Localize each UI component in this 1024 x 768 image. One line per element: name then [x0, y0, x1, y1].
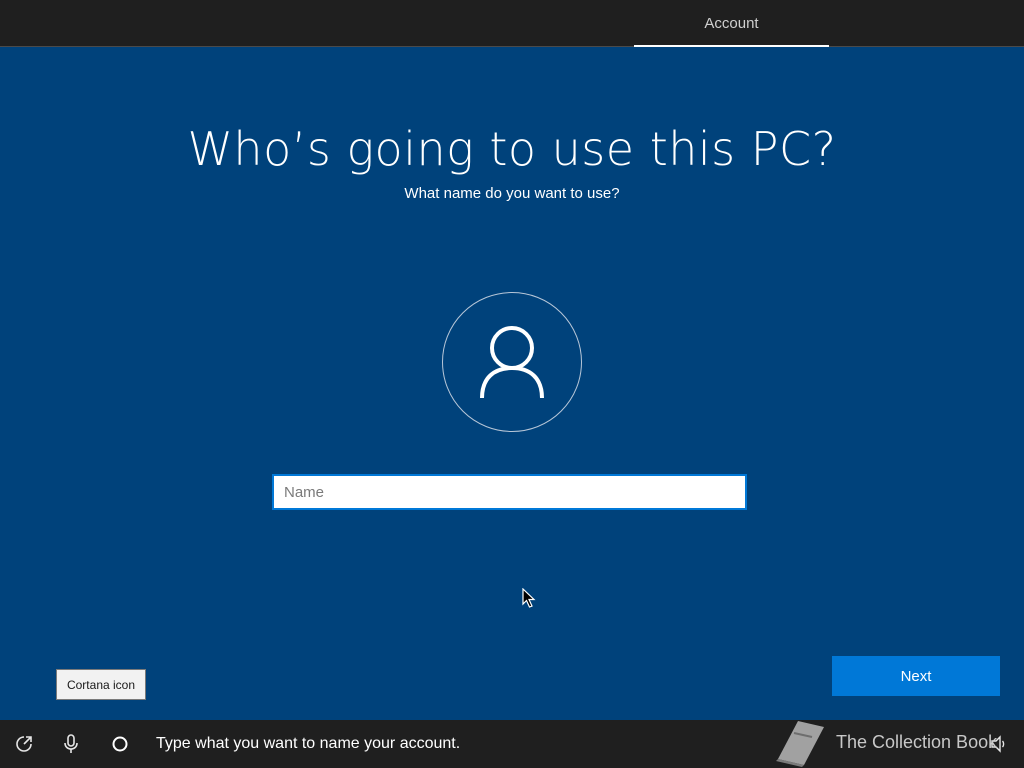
next-button[interactable]: Next: [832, 656, 1000, 696]
page-subtitle: What name do you want to use?: [404, 185, 620, 202]
accessibility-icon[interactable]: [13, 733, 35, 755]
bottom-bar: Type what you want to name your account.: [0, 720, 1024, 768]
tab-account[interactable]: Account: [634, 0, 829, 46]
user-icon: [480, 326, 544, 398]
volume-icon[interactable]: [988, 733, 1010, 755]
status-text: Type what you want to name your account.: [156, 735, 461, 752]
avatar: [442, 292, 582, 432]
microphone-icon[interactable]: [60, 733, 82, 755]
oobe-screen: Account Who’s going to use this PC? What…: [0, 0, 1024, 768]
top-nav-bar: Account: [0, 0, 1024, 47]
tab-account-label: Account: [704, 14, 759, 32]
cortana-tooltip: Cortana icon: [56, 669, 146, 700]
name-input[interactable]: [272, 474, 747, 510]
page-title: Who’s going to use this PC?: [187, 122, 837, 176]
tab-active-indicator: [634, 45, 829, 47]
mouse-pointer-icon: [522, 587, 536, 613]
cortana-icon[interactable]: [109, 733, 131, 755]
